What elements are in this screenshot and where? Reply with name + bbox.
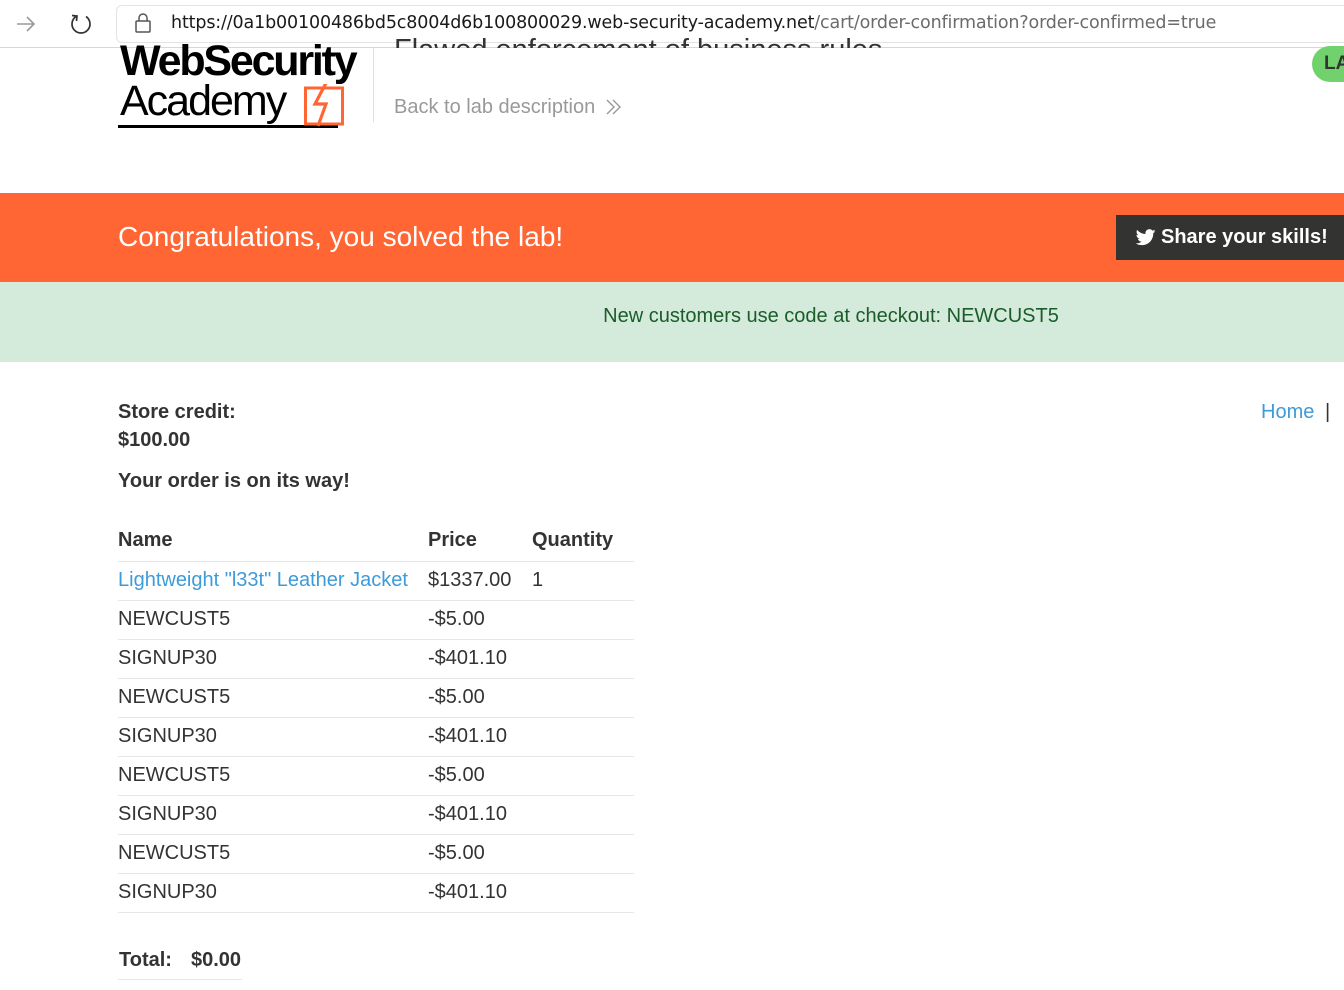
order-items-table: Name Price Quantity Lightweight "l33t" L…	[118, 521, 634, 913]
solved-message: Congratulations, you solved the lab!	[118, 221, 564, 252]
coupon-quantity-cell	[532, 717, 634, 757]
product-link[interactable]: Lightweight "l33t" Leather Jacket	[118, 569, 408, 591]
double-chevron-right-icon	[606, 99, 621, 115]
table-row: SIGNUP30 -$401.10	[118, 873, 634, 913]
item-quantity-cell: 1	[532, 561, 634, 601]
table-row: SIGNUP30 -$401.10	[118, 639, 634, 679]
coupon-price-cell: -$5.00	[428, 756, 532, 796]
coupon-name-cell: NEWCUST5	[118, 600, 428, 640]
coupon-price-cell: -$401.10	[428, 873, 532, 913]
coupon-name-cell: SIGNUP30	[118, 717, 428, 757]
coupon-price-cell: -$5.00	[428, 834, 532, 874]
coupon-price-cell: -$401.10	[428, 795, 532, 835]
coupon-price-cell: -$5.00	[428, 600, 532, 640]
total-value: $0.00	[191, 949, 242, 971]
web-security-academy-logo[interactable]: WebSecurity Academy	[118, 37, 370, 132]
coupon-price-cell: -$5.00	[428, 678, 532, 718]
nav-separator: |	[1325, 401, 1331, 423]
twitter-icon	[1136, 229, 1156, 246]
coupon-name-cell: NEWCUST5	[118, 756, 428, 796]
table-row: NEWCUST5 -$5.00	[118, 678, 634, 718]
table-row: NEWCUST5 -$5.00	[118, 834, 634, 874]
forward-arrow-icon[interactable]	[14, 12, 38, 36]
lock-icon	[135, 13, 151, 33]
store-credit-label: Store credit:	[118, 401, 236, 423]
coupon-quantity-cell	[532, 756, 634, 796]
header-divider	[373, 48, 374, 122]
coupon-quantity-cell	[532, 600, 634, 640]
column-header-name: Name	[118, 521, 428, 562]
logo-bolt-icon	[304, 84, 344, 127]
order-total: Total: $0.00	[118, 943, 242, 980]
item-price-cell: $1337.00	[428, 561, 532, 601]
lab-status-badge: LA	[1312, 46, 1344, 82]
total-label: Total:	[119, 949, 172, 971]
share-button-label: Share your skills!	[1161, 226, 1328, 248]
lab-title-text: Flawed enforcement of business rules	[394, 28, 882, 48]
coupon-quantity-cell	[532, 834, 634, 874]
coupon-name-cell: NEWCUST5	[118, 834, 428, 874]
coupon-name-cell: NEWCUST5	[118, 678, 428, 718]
promo-notification: New customers use code at checkout: NEWC…	[0, 282, 1344, 362]
home-link[interactable]: Home	[1261, 401, 1314, 424]
column-header-quantity: Quantity	[532, 521, 634, 562]
coupon-quantity-cell	[532, 678, 634, 718]
store-credit-value: $100.00	[118, 429, 191, 451]
back-to-lab-description-link[interactable]: Back to lab description	[394, 96, 595, 119]
coupon-price-cell: -$401.10	[428, 639, 532, 679]
promo-notification-text: New customers use code at checkout: NEWC…	[603, 305, 1059, 327]
item-name-cell: Lightweight "l33t" Leather Jacket	[118, 561, 428, 601]
lab-title: Flawed enforcement of business rules	[394, 28, 882, 48]
table-header-row: Name Price Quantity	[118, 521, 634, 562]
coupon-quantity-cell	[532, 639, 634, 679]
table-row: SIGNUP30 -$401.10	[118, 717, 634, 757]
coupon-name-cell: SIGNUP30	[118, 795, 428, 835]
coupon-quantity-cell	[532, 795, 634, 835]
table-row: NEWCUST5 -$5.00	[118, 600, 634, 640]
table-row: NEWCUST5 -$5.00	[118, 756, 634, 796]
coupon-price-cell: -$401.10	[428, 717, 532, 757]
order-confirmation-message: Your order is on its way!	[118, 470, 350, 492]
logo-text-line2: Academy	[120, 77, 287, 125]
lab-solved-banner: Congratulations, you solved the lab! Sha…	[0, 193, 1344, 282]
table-row: SIGNUP30 -$401.10	[118, 795, 634, 835]
column-header-price: Price	[428, 521, 532, 562]
coupon-name-cell: SIGNUP30	[118, 873, 428, 913]
lab-status-text: LA	[1324, 53, 1344, 74]
coupon-quantity-cell	[532, 873, 634, 913]
refresh-icon[interactable]	[68, 11, 94, 37]
share-skills-button[interactable]: Share your skills!	[1116, 215, 1344, 260]
table-row: Lightweight "l33t" Leather Jacket $1337.…	[118, 561, 634, 601]
coupon-name-cell: SIGNUP30	[118, 639, 428, 679]
